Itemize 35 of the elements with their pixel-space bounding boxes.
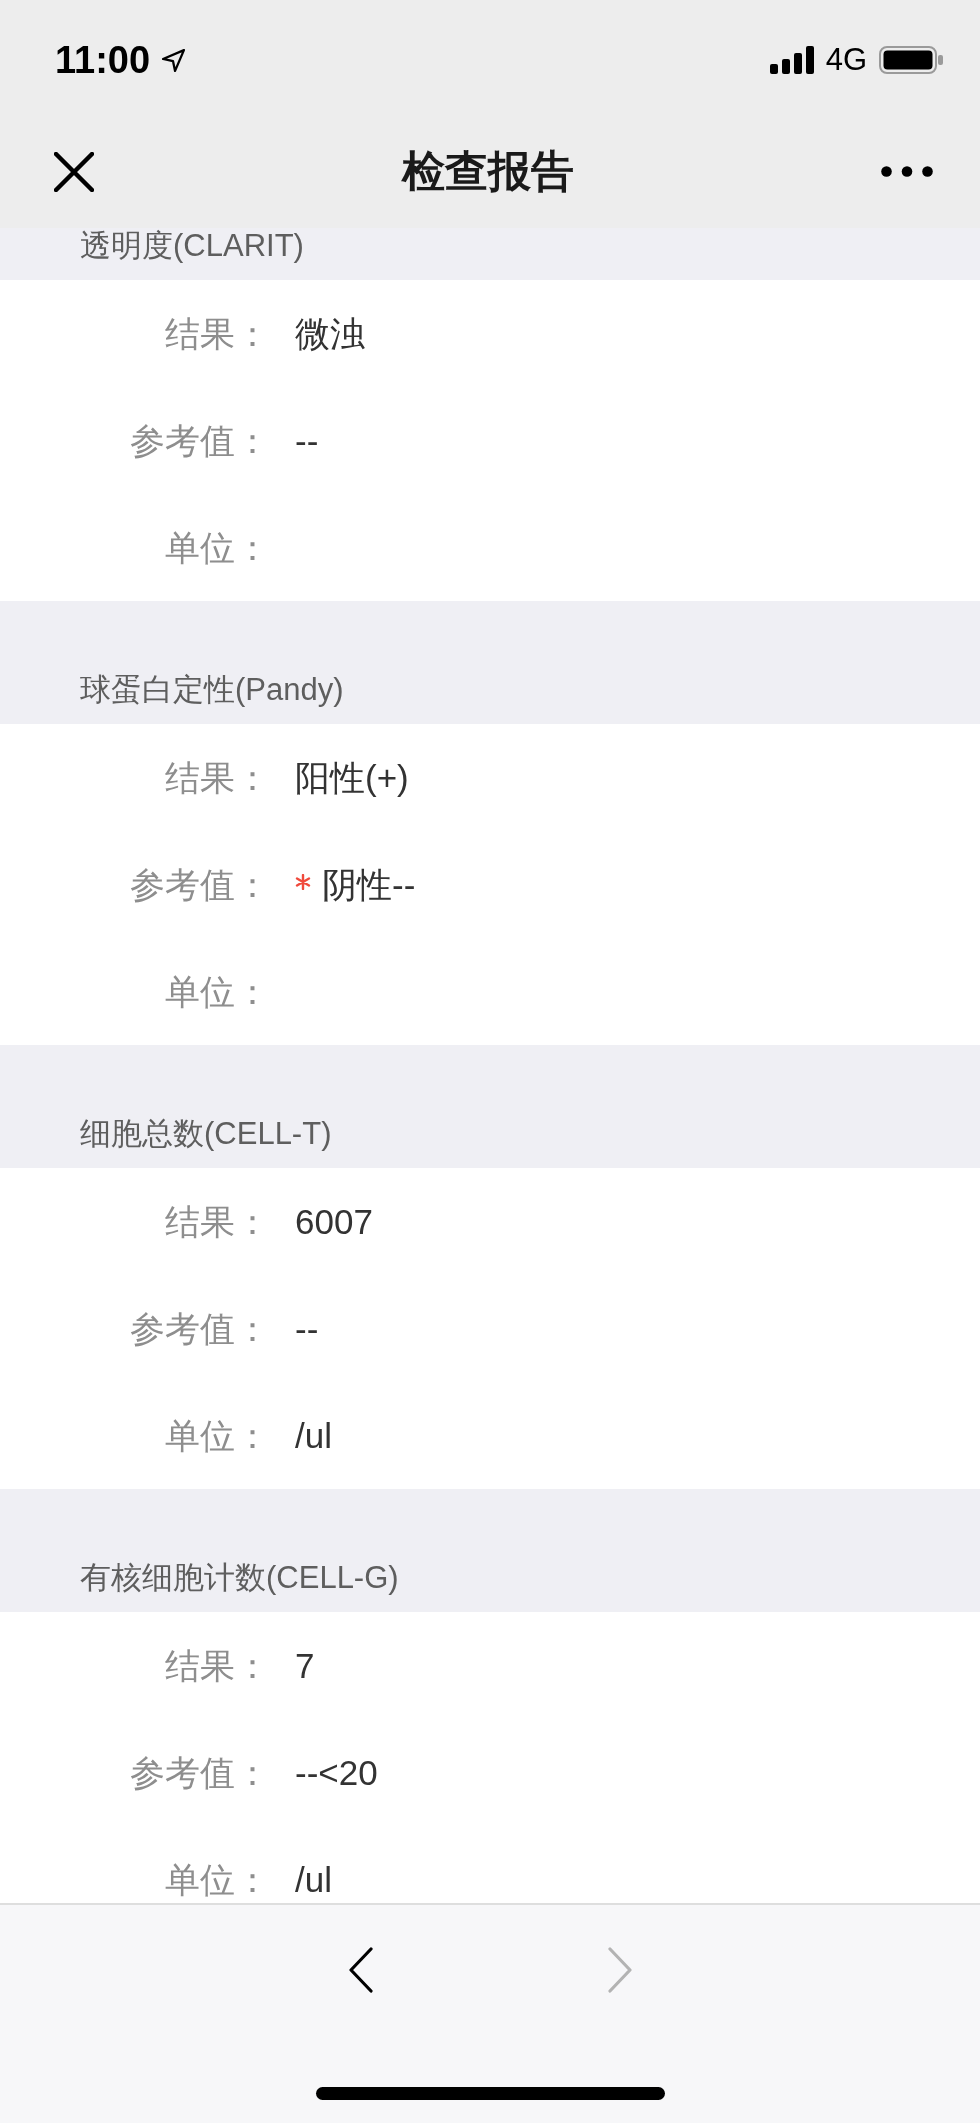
field-value: -- <box>295 1307 319 1350</box>
field-label: 结果： <box>165 312 270 355</box>
battery-icon <box>879 45 943 74</box>
field-value: -- <box>295 419 319 462</box>
field-label: 单位： <box>165 1858 270 1901</box>
field-label: 单位： <box>165 526 270 569</box>
field-value: 6007 <box>295 1200 373 1243</box>
section-title: 细胞总数(CELL-T) <box>80 1116 332 1152</box>
field-label: 参考值： <box>130 863 270 906</box>
section-title: 有核细胞计数(CELL-G) <box>80 1560 399 1596</box>
close-icon[interactable] <box>54 151 94 192</box>
field-label: 单位： <box>165 1414 270 1457</box>
field-value: 阴性-- <box>322 863 416 906</box>
field-value: 阳性(+) <box>295 756 409 799</box>
section-title: 球蛋白定性(Pandy) <box>80 672 344 708</box>
field-label: 单位： <box>165 970 270 1013</box>
field-value: 7 <box>295 1644 315 1687</box>
more-icon[interactable] <box>881 166 933 177</box>
signal-bars-icon <box>769 45 814 74</box>
field-value: 微浊 <box>295 312 365 355</box>
field-label: 结果： <box>165 1644 270 1687</box>
field-label: 参考值： <box>130 1751 270 1794</box>
location-arrow-icon <box>161 48 187 73</box>
field-label: 参考值： <box>130 419 270 462</box>
chevron-left-icon[interactable] <box>347 1947 374 1993</box>
field-value: --<20 <box>295 1751 378 1794</box>
field-label: 参考值： <box>130 1307 270 1350</box>
field-value: /ul <box>295 1414 332 1457</box>
field-value: /ul <box>295 1858 332 1901</box>
page-title: 检查报告 <box>401 145 574 197</box>
network-type: 4G <box>825 44 867 75</box>
section-title: 透明度(CLARIT) <box>80 228 304 264</box>
field-label: 结果： <box>165 1200 270 1243</box>
status-time: 11:00 <box>55 40 151 79</box>
field-label: 结果： <box>165 756 270 799</box>
